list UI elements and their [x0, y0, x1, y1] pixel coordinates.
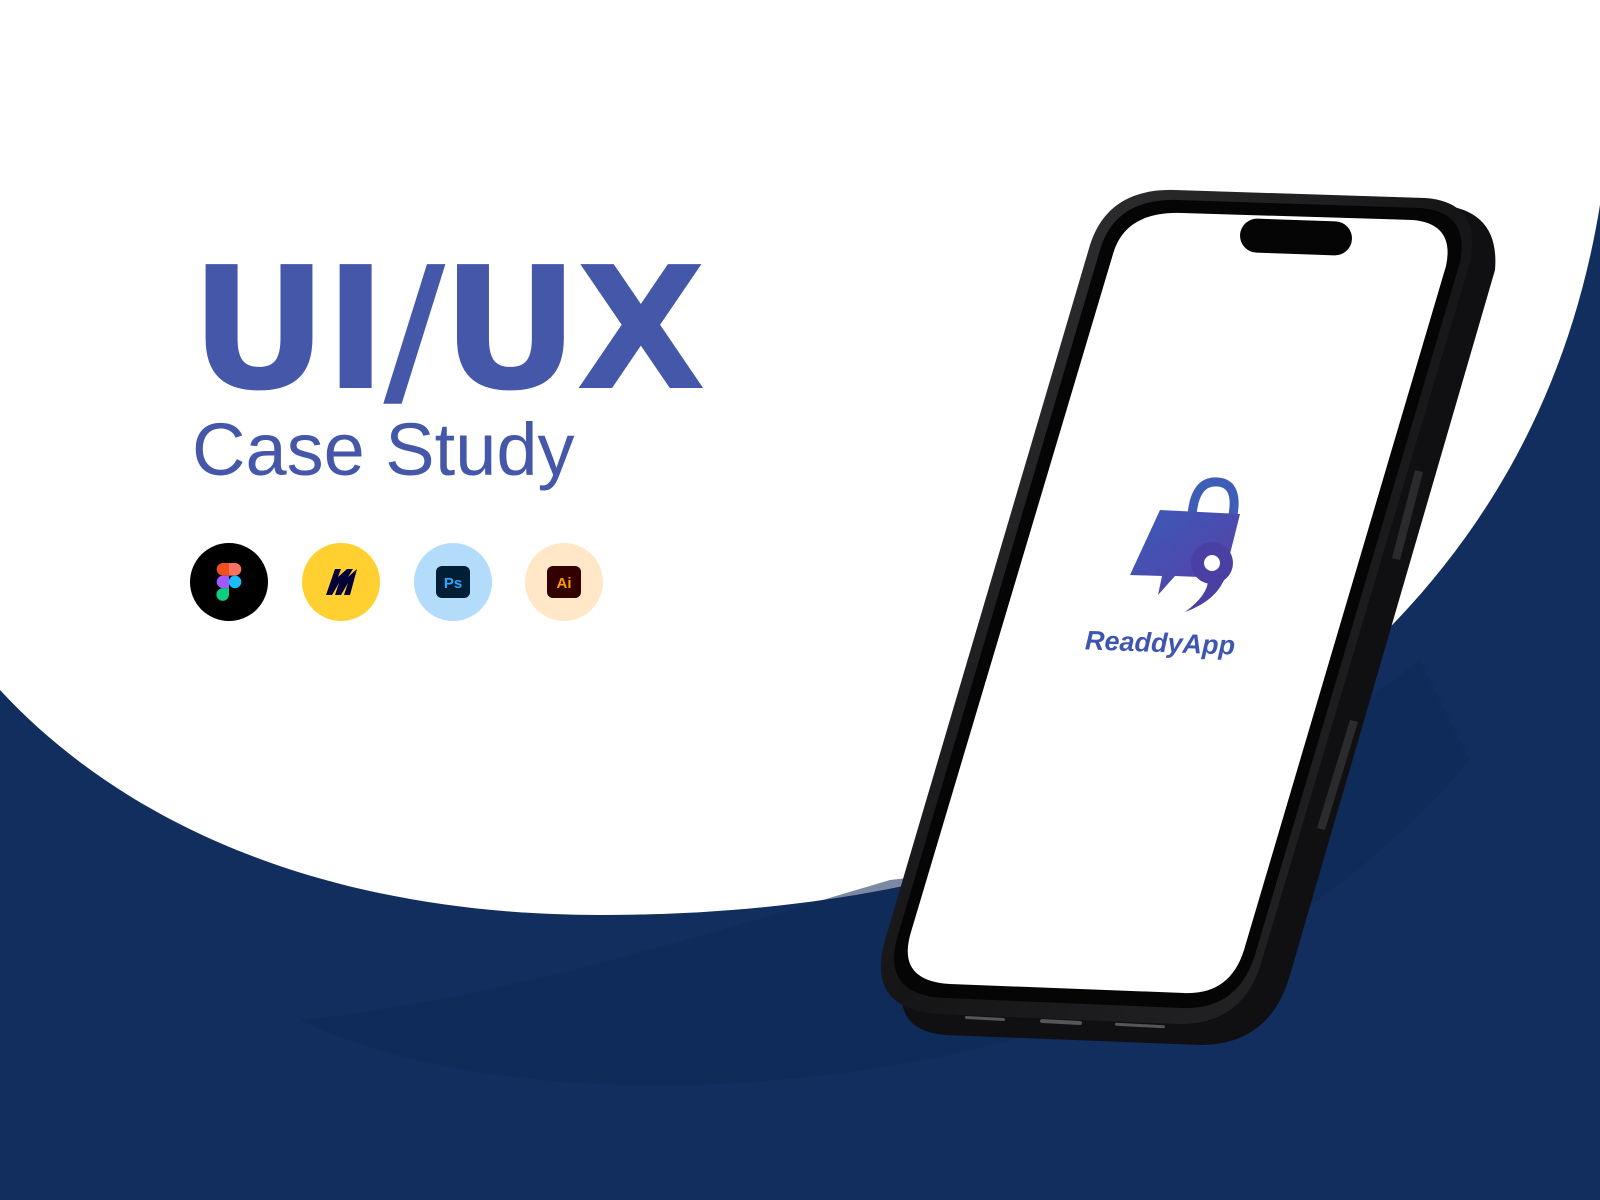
app-name-label: ReaddyApp — [1085, 625, 1236, 660]
dynamic-island — [1240, 218, 1352, 256]
phone-mockup: ReaddyApp — [880, 189, 1496, 1045]
